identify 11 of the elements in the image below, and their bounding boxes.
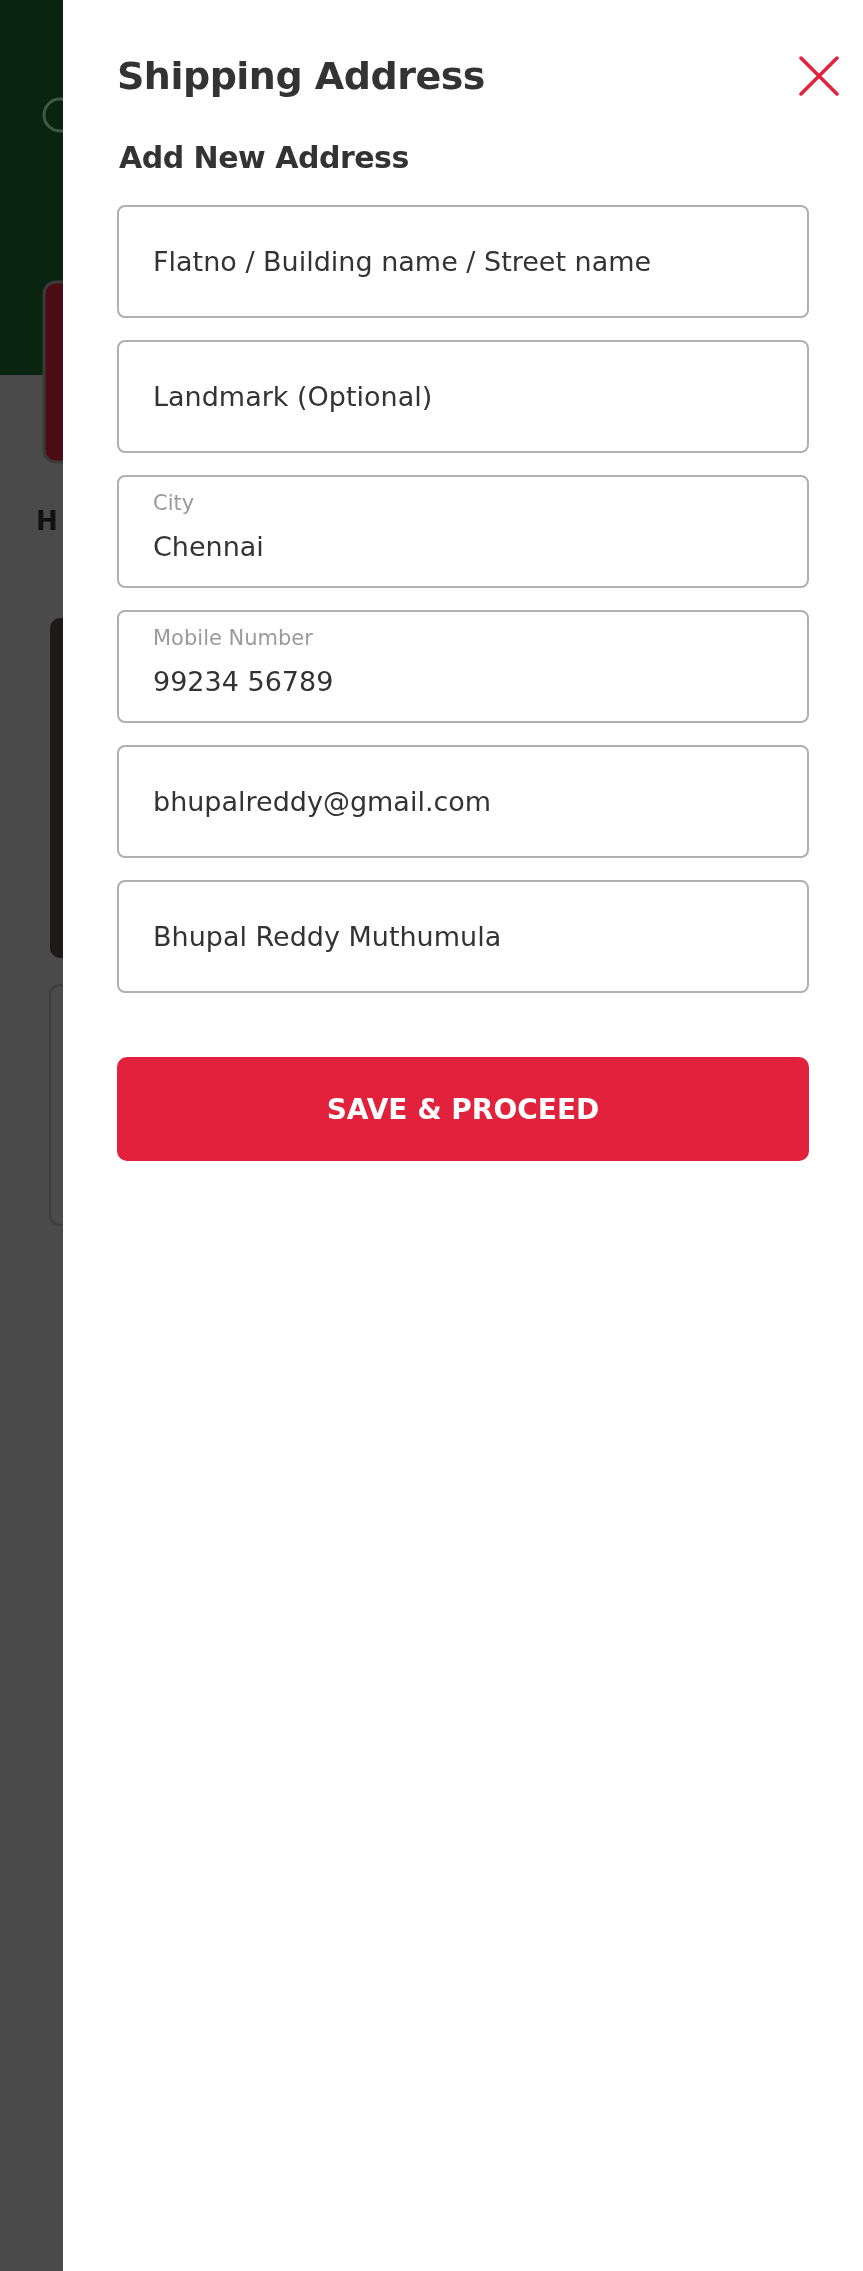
save-button[interactable]: SAVE & PROCEED xyxy=(117,1057,809,1161)
close-icon[interactable] xyxy=(799,56,839,96)
input-field[interactable]: Bhupal Reddy Muthumula xyxy=(117,880,809,993)
section-heading: Add New Address xyxy=(119,140,410,175)
input-field[interactable]: Flatno / Building name / Street name xyxy=(117,205,809,318)
panel-title: Shipping Address xyxy=(117,54,485,98)
field-label: City xyxy=(153,491,195,515)
backdrop-text: H xyxy=(36,506,58,536)
input-field[interactable]: bhupalreddy@gmail.com xyxy=(117,745,809,858)
field-label: Mobile Number xyxy=(153,626,313,650)
input-field[interactable]: Landmark (Optional) xyxy=(117,340,809,453)
